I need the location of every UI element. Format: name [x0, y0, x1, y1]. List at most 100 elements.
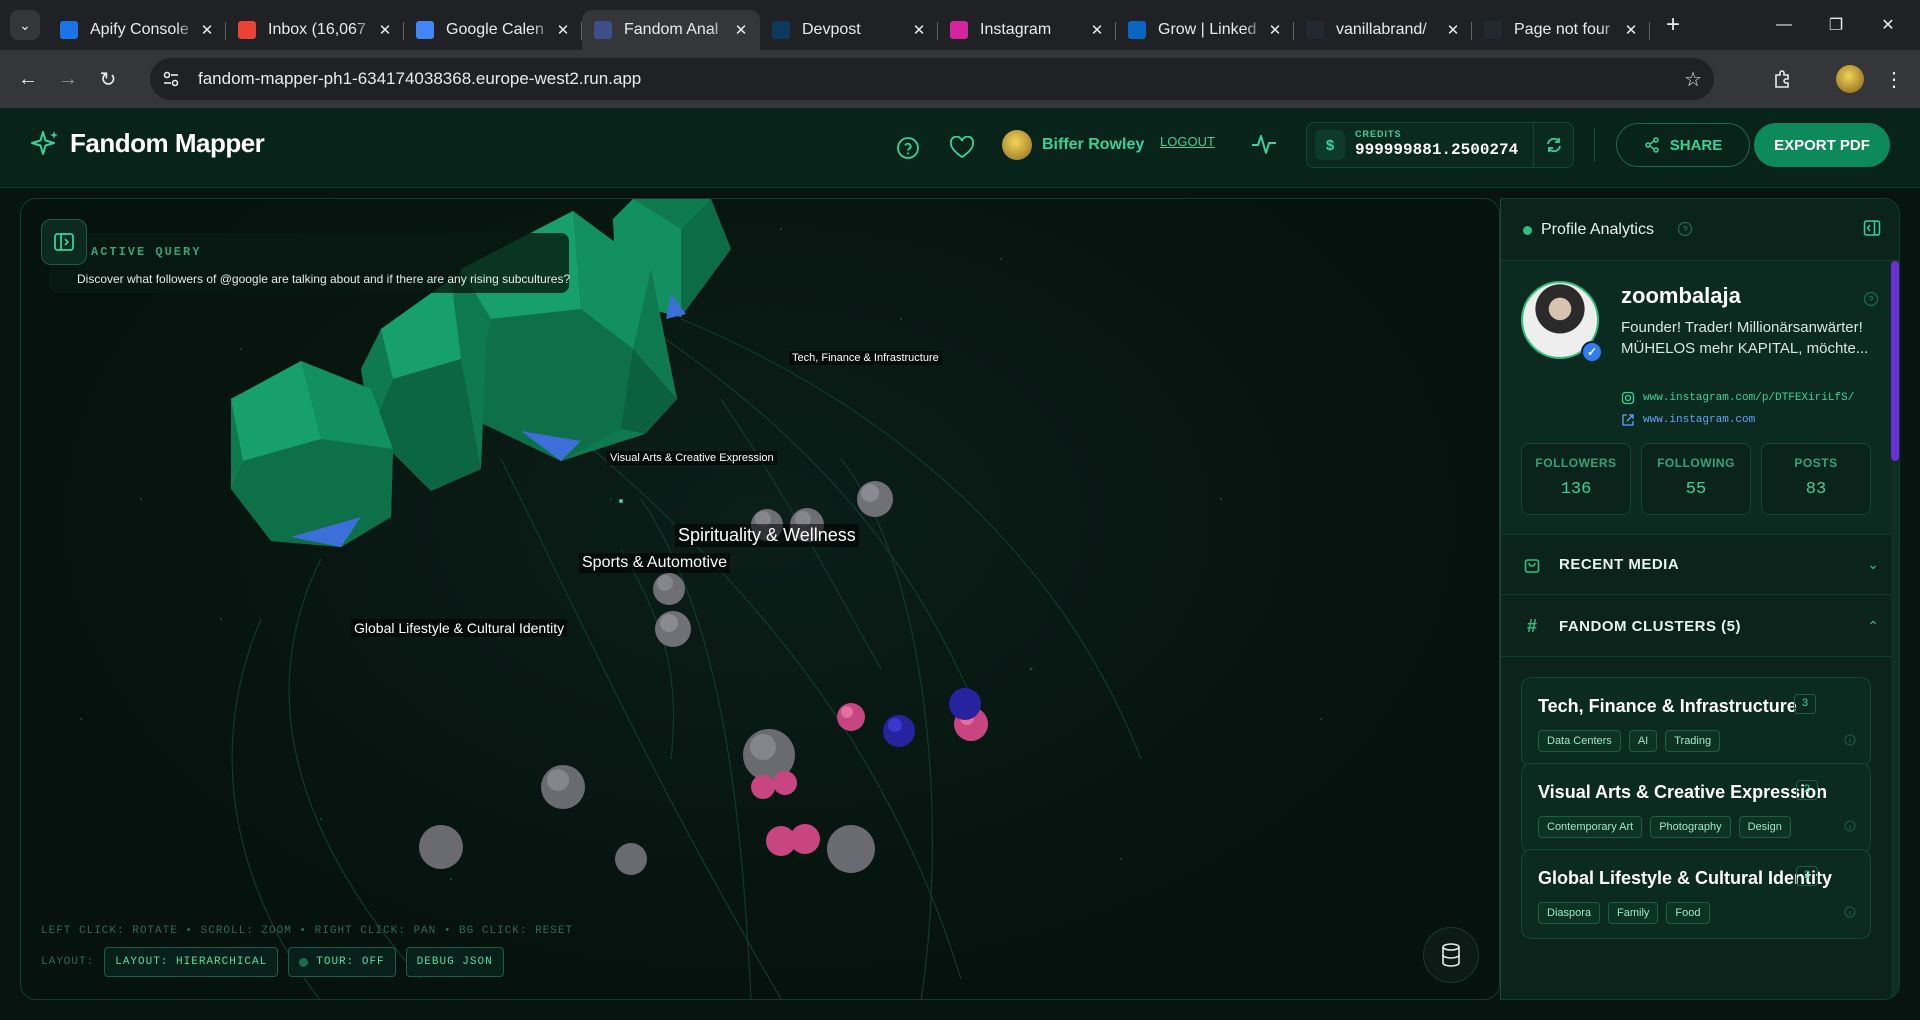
fandom-mapper-icon — [594, 21, 612, 39]
help-circle-icon[interactable] — [1863, 291, 1879, 312]
tab-search-button[interactable]: ⌄ — [10, 10, 40, 40]
cluster-tag[interactable]: Trading — [1665, 730, 1721, 752]
database-button[interactable] — [1423, 927, 1479, 983]
chevron-down-icon: ⌄ — [1867, 556, 1879, 572]
forward-button[interactable]: → — [48, 59, 88, 99]
close-tab-icon[interactable]: ✕ — [1622, 21, 1640, 39]
sparkle-icon — [31, 130, 58, 155]
debug-json-label: DEBUG JSON — [416, 956, 493, 968]
info-circle-icon[interactable] — [1844, 734, 1856, 746]
share-button[interactable]: SHARE — [1616, 123, 1750, 167]
tab-title: vanillabrand/ — [1336, 21, 1427, 38]
spirituality-node[interactable] — [619, 499, 623, 503]
export-pdf-button[interactable]: EXPORT PDF — [1754, 123, 1890, 167]
browser-tab[interactable]: vanillabrand/ ✕ — [1294, 10, 1472, 50]
cluster-tag[interactable]: Photography — [1650, 816, 1731, 838]
cluster-tag[interactable]: AI — [1628, 730, 1658, 752]
browser-tab[interactable]: Apify Console ✕ — [48, 10, 226, 50]
layout-mode-button[interactable]: LAYOUT: HIERARCHICAL — [104, 947, 279, 977]
cluster-label-tech[interactable]: Tech, Finance & Infrastructure — [789, 351, 942, 365]
panel-scrollbar-track[interactable] — [1891, 461, 1899, 999]
close-tab-icon[interactable]: ✕ — [1088, 21, 1106, 39]
external-profile-link[interactable]: www.instagram.com — [1621, 413, 1755, 427]
recent-media-section[interactable]: RECENT MEDIA ⌄ — [1501, 535, 1899, 595]
debug-json-button[interactable]: DEBUG JSON — [405, 947, 504, 977]
arrow-left-icon: ← — [18, 67, 38, 90]
browser-tab[interactable]: Devpost ✕ — [760, 10, 938, 50]
close-tab-icon[interactable]: ✕ — [198, 21, 216, 39]
instagram-post-link[interactable]: www.instagram.com/p/DTFEXiriLfS/ — [1621, 391, 1854, 405]
user-menu[interactable]: Biffer Rowley — [1002, 130, 1144, 160]
cluster-tag[interactable]: Diaspora — [1538, 902, 1601, 924]
graph-canvas[interactable]: ACTIVE QUERY Discover what followers of … — [20, 198, 1500, 1000]
info-circle-icon[interactable] — [1844, 906, 1856, 918]
restore-button[interactable]: ❐ — [1810, 0, 1862, 50]
site-info-icon[interactable] — [150, 58, 192, 100]
refresh-icon — [1546, 137, 1561, 153]
cluster-card[interactable]: Global Lifestyle & Cultural Identity 2 Dia… — [1521, 849, 1871, 939]
toggle-sidebar-button[interactable] — [41, 219, 87, 265]
share-label: SHARE — [1669, 136, 1723, 154]
panel-scrollbar-thumb[interactable] — [1891, 261, 1899, 461]
close-tab-icon[interactable]: ✕ — [910, 21, 928, 39]
reload-button[interactable]: ↻ — [88, 59, 128, 99]
cluster-label-visual-arts[interactable]: Visual Arts & Creative Expression — [607, 451, 777, 465]
bookmark-star-icon[interactable]: ☆ — [1684, 67, 1702, 92]
profile-avatar[interactable] — [1836, 65, 1864, 93]
cluster-sphere-global-lifestyle[interactable] — [231, 361, 393, 547]
browser-tab[interactable]: Fandom Anal ✕ — [582, 10, 760, 50]
graph-scene[interactable] — [21, 199, 1500, 1000]
sidebar-panel-icon — [54, 233, 74, 251]
logout-link[interactable]: LOGOUT — [1160, 134, 1215, 149]
close-tab-icon[interactable]: ✕ — [1444, 21, 1462, 39]
app-logo[interactable]: Fandom Mapper — [30, 128, 265, 159]
github-icon — [1306, 21, 1324, 39]
browser-tab[interactable]: Google Calen ✕ — [404, 10, 582, 50]
extensions-icon[interactable] — [1762, 59, 1802, 99]
cluster-count-badge: 3 — [1794, 694, 1816, 714]
cluster-tag[interactable]: Family — [1608, 902, 1659, 924]
activity-button[interactable] — [1246, 126, 1282, 162]
fandom-clusters-section[interactable]: # FANDOM CLUSTERS (5) ⌃ — [1501, 597, 1899, 657]
close-tab-icon[interactable]: ✕ — [554, 21, 572, 39]
close-tab-icon[interactable]: ✕ — [732, 21, 750, 39]
active-query-label: ACTIVE QUERY — [91, 245, 202, 259]
tour-toggle-button[interactable]: TOUR: OFF — [288, 947, 396, 977]
browser-tab[interactable]: Grow | Linked ✕ — [1116, 10, 1294, 50]
cluster-label-sports[interactable]: Sports & Automotive — [579, 553, 730, 573]
share-icon — [1644, 137, 1659, 153]
chevron-down-icon: ⌄ — [19, 16, 31, 33]
url-input[interactable]: fandom-mapper-ph1-634174038368.europe-we… — [150, 58, 1714, 100]
browser-tab[interactable]: Inbox (16,067 ✕ — [226, 10, 404, 50]
menu-icon[interactable]: ⋮ — [1874, 59, 1914, 99]
panel-header: Profile Analytics — [1501, 199, 1899, 261]
back-button[interactable]: ← — [8, 59, 48, 99]
new-tab-button[interactable]: + — [1658, 11, 1688, 39]
close-tab-icon[interactable]: ✕ — [376, 21, 394, 39]
favorites-button[interactable] — [944, 130, 980, 166]
pink-nodes[interactable] — [751, 703, 988, 856]
browser-tab[interactable]: Page not four ✕ — [1472, 10, 1650, 50]
cluster-card[interactable]: Tech, Finance & Infrastructure 3 Data Cent… — [1521, 677, 1871, 767]
cluster-label-spirituality[interactable]: Spirituality & Wellness — [675, 524, 859, 547]
external-url: www.instagram.com — [1643, 414, 1756, 426]
minimize-button[interactable]: — — [1758, 0, 1810, 50]
close-window-button[interactable]: ✕ — [1862, 0, 1914, 50]
collapse-panel-icon[interactable] — [1863, 219, 1881, 242]
cluster-tag[interactable]: Contemporary Art — [1538, 816, 1643, 838]
cluster-card[interactable]: Visual Arts & Creative Expression 2 Contem… — [1521, 763, 1871, 853]
arrow-right-icon: → — [58, 67, 78, 90]
cluster-tag[interactable]: Design — [1738, 816, 1791, 838]
cluster-label-global-lifestyle[interactable]: Global Lifestyle & Cultural Identity — [351, 619, 568, 637]
cluster-tag[interactable]: Food — [1666, 902, 1710, 924]
help-circle-icon[interactable] — [1677, 221, 1693, 242]
instagram-icon — [1621, 391, 1635, 405]
hash-icon: # — [1526, 616, 1537, 636]
close-tab-icon[interactable]: ✕ — [1266, 21, 1284, 39]
cluster-tags: Diaspora Family Food — [1538, 902, 1710, 924]
info-circle-icon[interactable] — [1844, 820, 1856, 832]
browser-tab[interactable]: Instagram ✕ — [938, 10, 1116, 50]
cluster-tag[interactable]: Data Centers — [1538, 730, 1621, 752]
refresh-credits-button[interactable] — [1533, 123, 1573, 167]
help-button[interactable] — [890, 130, 926, 166]
